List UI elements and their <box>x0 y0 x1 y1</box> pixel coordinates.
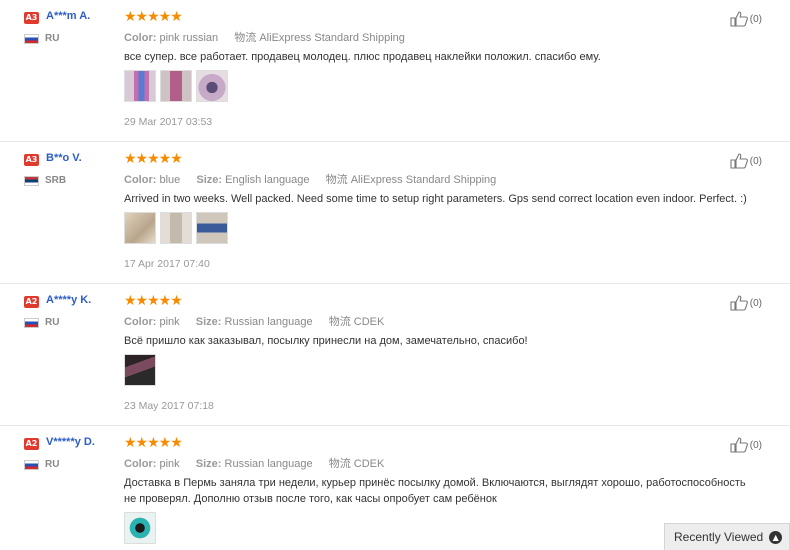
review-photo[interactable] <box>196 70 228 102</box>
helpful-button[interactable]: (0) <box>730 295 762 311</box>
review-item: A3 B**o V. SRB ★★★★★ Color: blue Size: E… <box>0 142 790 284</box>
review-photo[interactable] <box>124 354 156 386</box>
shipping-value: AliExpress Standard Shipping <box>259 32 405 44</box>
helpful-button[interactable]: (0) <box>730 11 762 27</box>
color-label: Color: <box>124 174 157 186</box>
rating-stars: ★★★★★ <box>124 151 183 167</box>
size-value: Russian language <box>224 458 313 470</box>
rating-stars: ★★★★★ <box>124 293 183 309</box>
buyer-level-badge: A3 <box>24 12 39 24</box>
rating-stars: ★★★★★ <box>124 9 183 25</box>
reviewer-country: RU <box>45 459 60 470</box>
shipping-value: CDEK <box>353 458 385 470</box>
review-attributes: Color: blue Size: English language 物流 Al… <box>124 171 496 187</box>
review-attributes: Color: pink Size: Russian language 物流 CD… <box>124 313 384 329</box>
shipping-icon: 物流 <box>234 32 257 44</box>
rating-stars: ★★★★★ <box>124 435 183 451</box>
helpful-count: (0) <box>749 13 762 25</box>
country-flag-icon <box>24 318 39 328</box>
country-flag-icon <box>24 34 39 44</box>
shipping-value: AliExpress Standard Shipping <box>350 174 497 186</box>
review-date: 17 Apr 2017 07:40 <box>124 258 210 270</box>
review-photo[interactable] <box>124 212 156 244</box>
reviewer-country: RU <box>45 33 60 44</box>
review-photos <box>124 212 228 244</box>
chevron-up-icon: ▲ <box>769 530 783 544</box>
color-value: pink <box>159 316 180 328</box>
color-value: pink russian <box>159 32 219 44</box>
reviewer-name[interactable]: A***m A. <box>46 10 90 22</box>
size-value: Russian language <box>224 316 313 328</box>
helpful-button[interactable]: (0) <box>730 153 762 169</box>
shipping-icon: 物流 <box>328 316 351 328</box>
shipping-value: CDEK <box>353 316 385 328</box>
review-text: все супер. все работает. продавец молоде… <box>124 51 601 63</box>
buyer-level-badge: A2 <box>24 296 39 308</box>
recently-viewed-label: Recently Viewed <box>674 530 764 544</box>
reviewer-name[interactable]: A****y K. <box>46 294 91 306</box>
reviewer-name[interactable]: B**o V. <box>46 152 82 164</box>
color-value: blue <box>159 174 181 186</box>
review-photo[interactable] <box>124 70 156 102</box>
review-attributes: Color: pink Size: Russian language 物流 CD… <box>124 455 384 471</box>
review-text: Всё пришло как заказывал, посылку принес… <box>124 335 528 347</box>
thumbs-up-icon <box>730 295 748 311</box>
thumbs-up-icon <box>730 153 748 169</box>
color-label: Color: <box>124 458 157 470</box>
review-photos <box>124 512 156 544</box>
review-item: A2 A****y K. RU ★★★★★ Color: pink Size: … <box>0 284 790 426</box>
helpful-button[interactable]: (0) <box>730 437 762 453</box>
review-date: 29 Mar 2017 03:53 <box>124 116 213 128</box>
color-value: pink <box>159 458 180 470</box>
shipping-icon: 物流 <box>328 458 351 470</box>
size-label: Size: <box>195 458 222 470</box>
recently-viewed-tab[interactable]: Recently Viewed ▲ <box>664 523 790 550</box>
reviewer-country: RU <box>45 317 60 328</box>
helpful-count: (0) <box>749 155 762 167</box>
review-photo[interactable] <box>160 70 192 102</box>
review-text: Доставка в Пермь заняла три недели, курь… <box>124 477 746 505</box>
helpful-count: (0) <box>749 439 762 451</box>
color-label: Color: <box>124 32 157 44</box>
thumbs-up-icon <box>730 11 748 27</box>
buyer-level-badge: A2 <box>24 438 39 450</box>
review-photos <box>124 354 156 386</box>
buyer-level-badge: A3 <box>24 154 39 166</box>
reviewer-name[interactable]: V*****y D. <box>46 436 95 448</box>
size-label: Size: <box>195 316 222 328</box>
review-item: A3 A***m A. RU ★★★★★ Color: pink russian… <box>0 0 790 142</box>
size-value: English language <box>225 174 310 186</box>
country-flag-icon <box>24 460 39 470</box>
reviewer-country: SRB <box>45 175 67 186</box>
color-label: Color: <box>124 316 157 328</box>
thumbs-up-icon <box>730 437 748 453</box>
review-date: 23 May 2017 07:18 <box>124 400 214 412</box>
review-attributes: Color: pink russian 物流 AliExpress Standa… <box>124 29 405 45</box>
country-flag-icon <box>24 176 39 186</box>
review-photos <box>124 70 228 102</box>
review-photo[interactable] <box>196 212 228 244</box>
review-photo[interactable] <box>124 512 156 544</box>
size-label: Size: <box>196 174 223 186</box>
review-photo[interactable] <box>160 212 192 244</box>
helpful-count: (0) <box>749 297 762 309</box>
review-text: Arrived in two weeks. Well packed. Need … <box>124 193 747 205</box>
shipping-icon: 物流 <box>325 174 348 186</box>
